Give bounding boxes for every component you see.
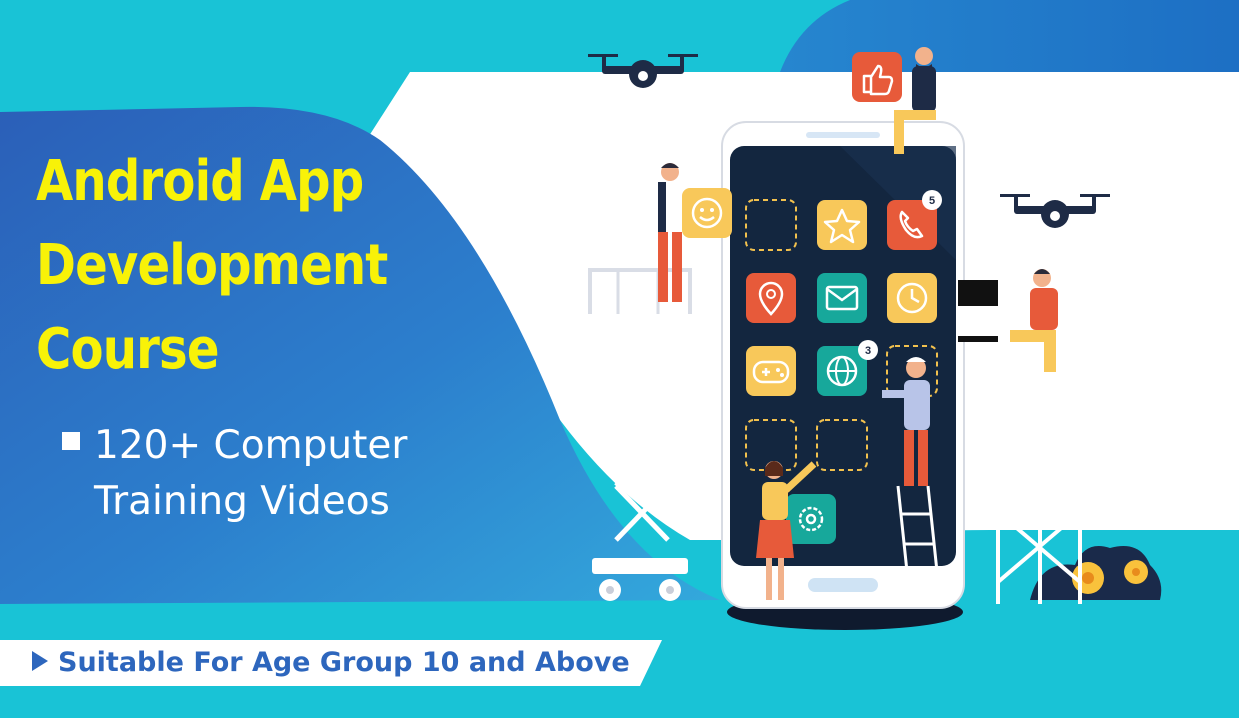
star-icon	[817, 200, 867, 250]
billboard-panel	[958, 280, 998, 342]
course-title: Android App Development Course	[36, 140, 414, 392]
drone-right	[1000, 194, 1110, 228]
mail-icon	[817, 273, 867, 323]
drone-left	[588, 54, 698, 88]
age-group-text: Suitable For Age Group 10 and Above	[58, 647, 630, 678]
person-on-scaffold	[1010, 269, 1058, 372]
person-on-lift	[658, 163, 682, 302]
feature-bullet-line-2: Training Videos	[94, 479, 390, 524]
svg-text:5: 5	[929, 195, 935, 207]
person-woman	[756, 461, 817, 600]
person-on-phone	[894, 47, 936, 154]
scissor-lift	[588, 268, 694, 601]
notification-badge: 5	[922, 190, 942, 210]
empty-slot-icon	[745, 199, 797, 251]
arrow-right-icon	[32, 651, 48, 671]
feature-bullet-line-1: 120+ Computer	[94, 423, 408, 468]
age-group-banner: Suitable For Age Group 10 and Above	[0, 640, 670, 686]
square-bullet-icon	[62, 432, 80, 450]
course-title-line-1: Android App	[36, 149, 364, 214]
gamepad-icon	[746, 346, 796, 396]
feature-bullet-text: 120+ Computer Training Videos	[94, 418, 474, 530]
course-title-line-2: Development	[36, 233, 388, 298]
svg-text:3: 3	[865, 345, 871, 357]
course-title-line-3: Course	[36, 317, 220, 382]
scaffold-tower	[990, 372, 1088, 604]
person-on-ladder	[882, 357, 942, 601]
notification-badge: 3	[858, 340, 878, 360]
location-pin-icon	[746, 273, 796, 323]
clock-icon	[887, 273, 937, 323]
